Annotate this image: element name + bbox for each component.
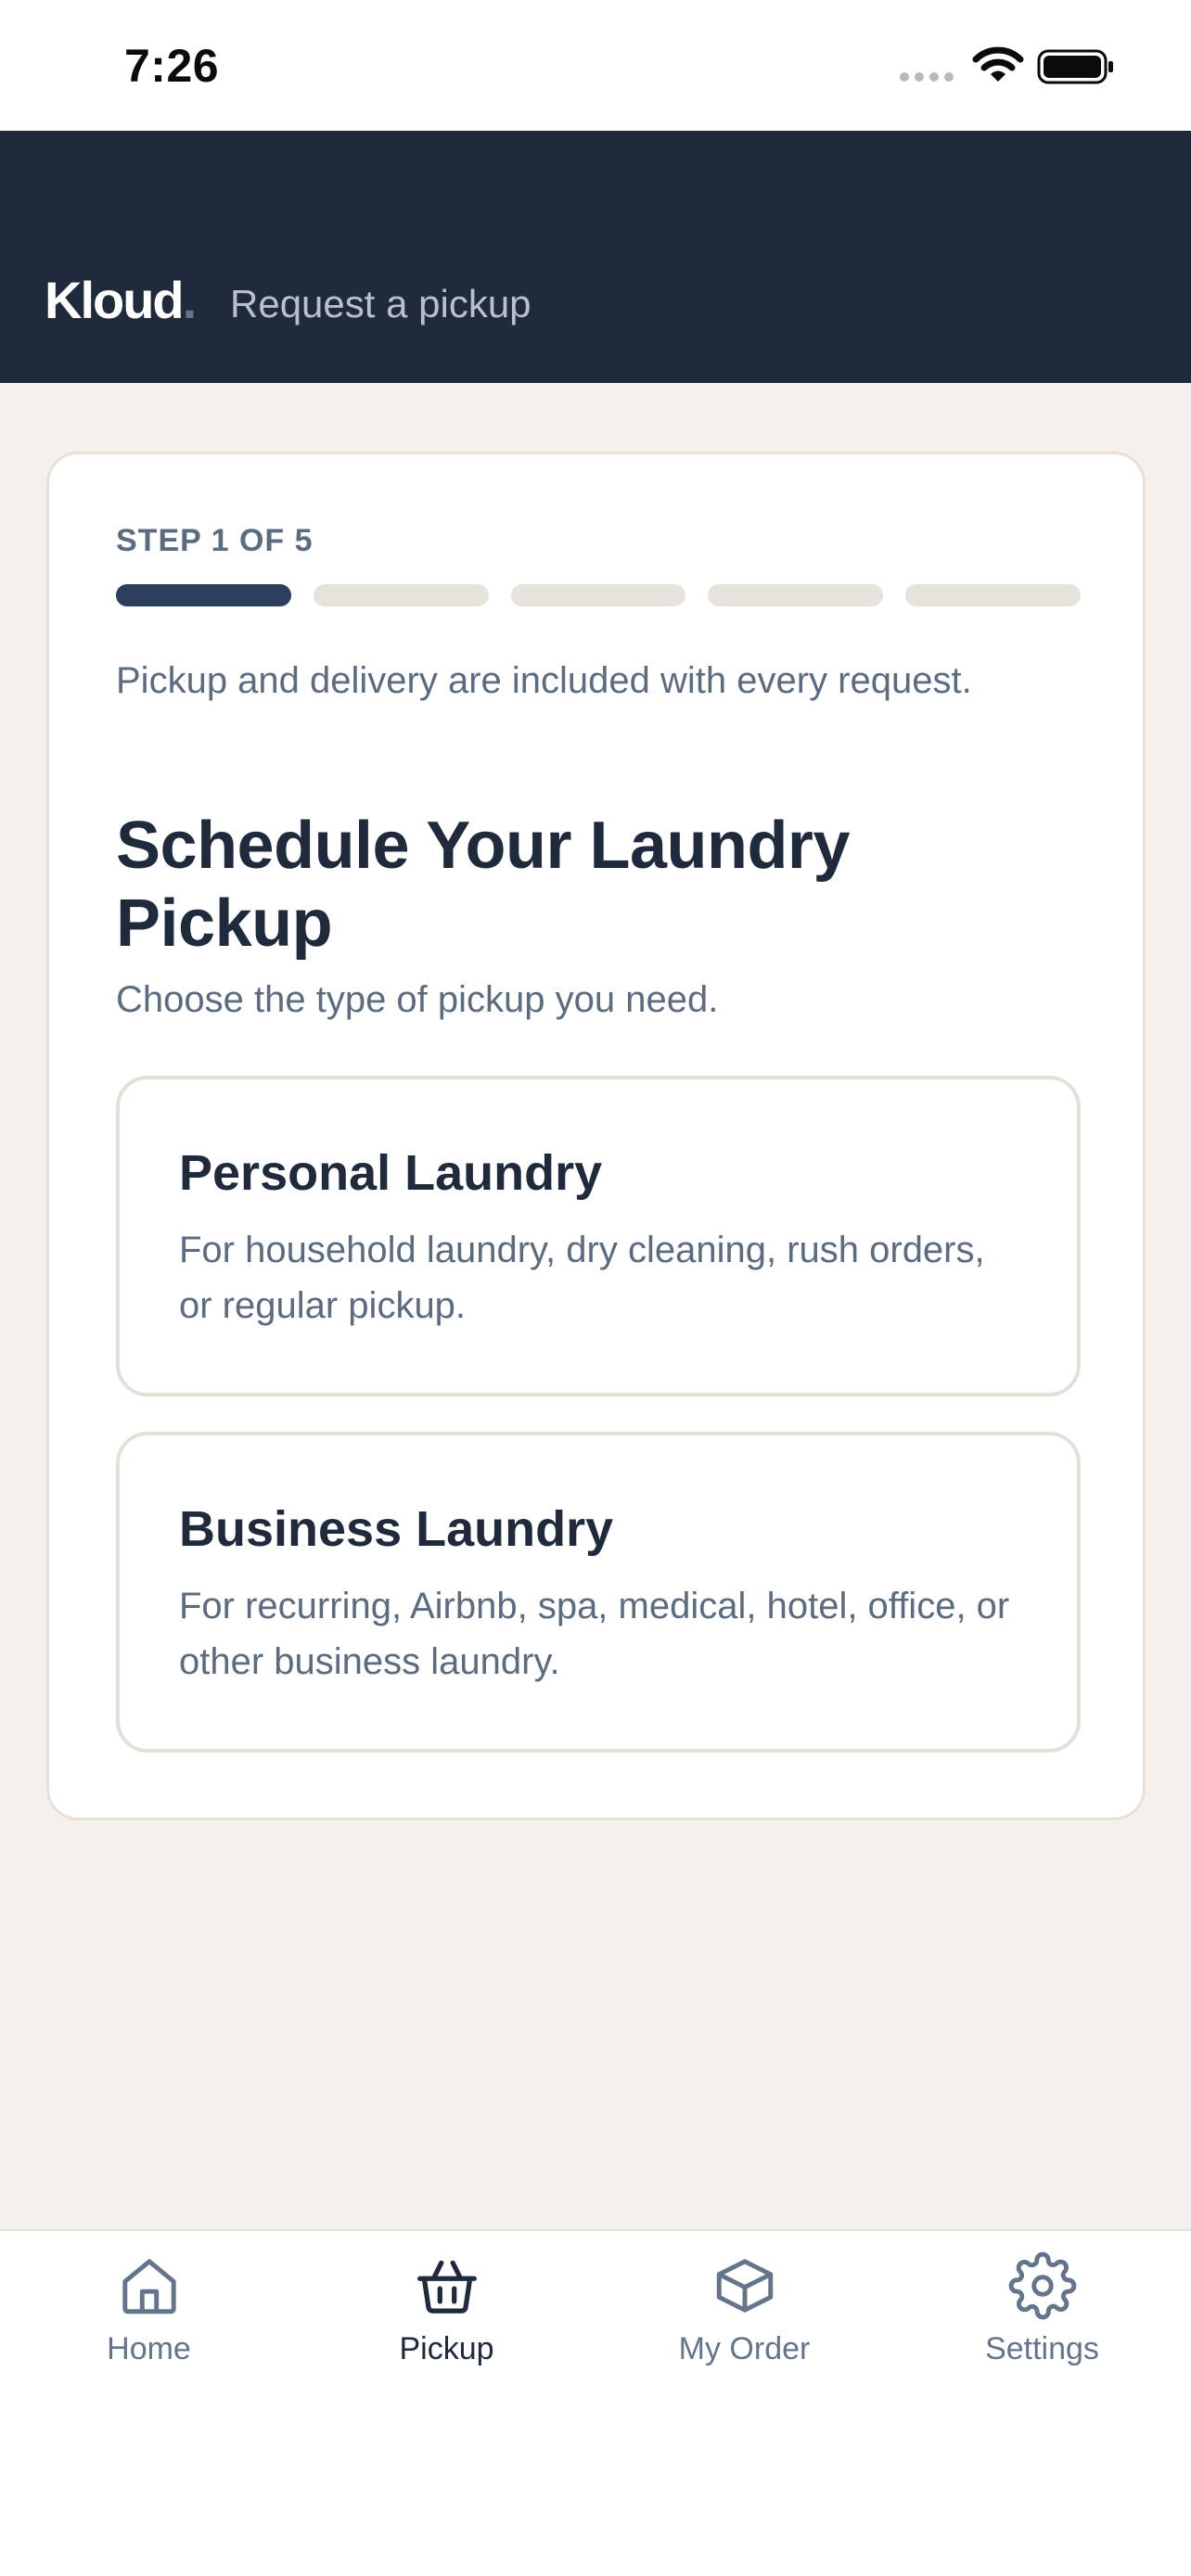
- progress-segment-1: [116, 584, 291, 606]
- nav-label: Home: [107, 2331, 191, 2366]
- business-laundry-option[interactable]: Business Laundry For recurring, Airbnb, …: [116, 1432, 1081, 1753]
- option-title: Business Laundry: [179, 1501, 614, 1557]
- gear-icon: [1008, 2251, 1076, 2320]
- personal-laundry-option[interactable]: Personal Laundry For household laundry, …: [116, 1076, 1081, 1396]
- brand-logo[interactable]: Kloud.: [45, 270, 198, 330]
- progress-segment-5: [905, 584, 1081, 606]
- nav-item-pickup[interactable]: Pickup: [298, 2231, 596, 2417]
- wifi-icon: [972, 46, 1024, 82]
- step-label: STEP 1 OF 5: [116, 523, 314, 558]
- nav-label: My Order: [678, 2331, 811, 2366]
- progress-segment-3: [510, 584, 686, 606]
- nav-item-home[interactable]: Home: [0, 2231, 298, 2417]
- progress-segment-4: [708, 584, 884, 606]
- header-subtitle: Request a pickup: [230, 282, 531, 325]
- box-icon: [716, 2259, 773, 2313]
- app-header: Kloud. Request a pickup: [0, 131, 1191, 383]
- home-icon: [122, 2259, 176, 2315]
- cellular-signal-icon: [900, 72, 954, 82]
- app-screen: 7:26 Kloud. Request a pickup STEP 1 OF 5: [0, 0, 1191, 2576]
- page-title: Schedule Your Laundry Pickup: [116, 809, 851, 961]
- nav-item-my-order[interactable]: My Order: [596, 2231, 893, 2417]
- option-description: For household laundry, dry cleaning, rus…: [179, 1230, 985, 1326]
- bottom-nav: Home Pickup My Order Settings: [0, 2229, 1191, 2576]
- nav-label: Settings: [985, 2331, 1099, 2366]
- status-bar: 7:26: [0, 0, 1191, 131]
- brand-dot: .: [182, 271, 198, 329]
- basket-icon: [416, 2260, 477, 2314]
- page-subtitle: Choose the type of pickup you need.: [116, 979, 719, 1020]
- nav-item-settings[interactable]: Settings: [893, 2231, 1191, 2417]
- progress-segment-2: [313, 584, 489, 606]
- nav-label: Pickup: [399, 2331, 494, 2366]
- status-time: 7:26: [124, 40, 220, 92]
- option-title: Personal Laundry: [179, 1145, 603, 1201]
- pickup-card: STEP 1 OF 5 Pickup and delivery are incl…: [46, 452, 1146, 1820]
- info-text: Pickup and delivery are included with ev…: [116, 660, 972, 701]
- battery-icon: [1037, 49, 1113, 84]
- step-progress-bar: [116, 584, 1081, 606]
- option-description: For recurring, Airbnb, spa, medical, hot…: [179, 1586, 1010, 1682]
